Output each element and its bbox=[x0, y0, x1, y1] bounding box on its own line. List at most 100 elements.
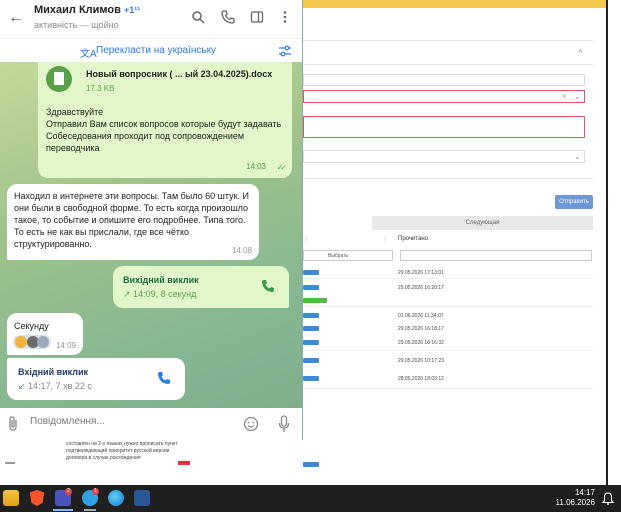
microphone-icon[interactable] bbox=[278, 415, 290, 433]
status-badge bbox=[303, 376, 319, 381]
message-input[interactable] bbox=[30, 416, 230, 427]
taskbar: 2 1 14:17 11.06.2026 bbox=[0, 485, 621, 512]
form-field[interactable] bbox=[303, 74, 585, 86]
arrow-incoming-icon: ↙ bbox=[18, 381, 29, 391]
message-bubble-outgoing-file[interactable]: Новый вопросник ( ... ый 23.04.2025).doc… bbox=[38, 62, 292, 178]
translate-label[interactable]: Перекласти на українську bbox=[96, 45, 216, 56]
row-date: 01.06.2026 11:34:07 bbox=[398, 313, 444, 319]
row-divider bbox=[303, 306, 593, 307]
active-app-indicator bbox=[53, 509, 73, 511]
message-bubble-incoming[interactable]: Секунду 14:09 bbox=[7, 313, 83, 355]
contact-name-text: Михаил Климов bbox=[34, 4, 121, 16]
row-date: 29.05.2026 17:13:01 bbox=[398, 270, 444, 276]
emoji-icon[interactable] bbox=[243, 416, 259, 432]
chevron-down-icon[interactable]: ⌄ bbox=[574, 92, 581, 101]
file-name[interactable]: Новый вопросник ( ... ый 23.04.2025).doc… bbox=[86, 68, 272, 80]
clock-time: 14:17 bbox=[574, 488, 595, 497]
chevron-down-icon[interactable]: ⌄ bbox=[574, 152, 581, 161]
row-date: 29.05.2026 16:20:17 bbox=[398, 285, 444, 291]
column-menu-icon[interactable]: ⋮ bbox=[382, 236, 388, 243]
translate-icon: 文A bbox=[80, 49, 97, 60]
row-date: 28.05.2026 18:03:12 bbox=[398, 376, 444, 382]
file-explorer-icon[interactable] bbox=[3, 490, 19, 506]
status-badge bbox=[303, 285, 319, 290]
call-back-phone-icon[interactable] bbox=[261, 279, 275, 293]
message-time: 14:09 bbox=[55, 341, 76, 350]
edge-browser-icon[interactable] bbox=[108, 490, 124, 506]
collapse-icon[interactable]: ˄ bbox=[578, 47, 583, 56]
status-badge bbox=[303, 298, 327, 303]
column-header-read[interactable]: Прочитано bbox=[398, 236, 428, 242]
required-select-field[interactable]: × ⌄ bbox=[303, 90, 585, 103]
next-page-tab[interactable]: Следующая bbox=[372, 216, 593, 230]
arrow-outgoing-icon: ↗ bbox=[123, 289, 134, 299]
phone-icon[interactable] bbox=[221, 10, 235, 24]
status-badge bbox=[303, 462, 319, 467]
outgoing-call-bubble[interactable]: Вихідний виклик ↗ 14:09, 8 секунд bbox=[113, 266, 289, 308]
file-size: 17.3 KB bbox=[86, 84, 115, 93]
row-date: 29.05.2026 16:18:17 bbox=[398, 326, 444, 332]
status-chip bbox=[178, 461, 190, 465]
row-date: 29.05.2026 10:17:23 bbox=[398, 358, 444, 364]
clear-icon[interactable]: × bbox=[562, 92, 567, 101]
row-date: 29.05.2026 16:16:32 bbox=[398, 340, 444, 346]
column-menu-icon[interactable]: ⋮ bbox=[303, 236, 309, 243]
call-details-text: 14:17, 7 хв 22 с bbox=[28, 381, 92, 391]
telegram-chat-window: ← Михаил Климов +1¹¹ активність — щойно … bbox=[0, 0, 303, 440]
window-edge bbox=[606, 0, 608, 485]
telegram-badge: 1 bbox=[92, 488, 99, 495]
call-details: ↙ 14:17, 7 хв 22 с bbox=[18, 380, 92, 392]
background-top-bar bbox=[303, 0, 608, 8]
message-composer bbox=[0, 408, 302, 440]
system-clock[interactable]: 14:17 11.06.2026 bbox=[556, 488, 595, 508]
incoming-call-bubble[interactable]: Вхідний виклик ↙ 14:17, 7 хв 22 с bbox=[7, 358, 185, 400]
back-arrow-icon[interactable]: ← bbox=[8, 9, 24, 27]
divider bbox=[303, 64, 593, 65]
search-icon[interactable] bbox=[191, 10, 205, 24]
row-handle-icon bbox=[5, 462, 15, 464]
settings-sliders-icon[interactable] bbox=[278, 44, 292, 58]
translate-bar[interactable]: 文A Перекласти на українську bbox=[0, 38, 302, 62]
contact-status: активність — щойно bbox=[34, 20, 119, 30]
message-text: Здравствуйте Отправил Вам список вопросо… bbox=[46, 107, 282, 153]
divider bbox=[303, 178, 593, 179]
status-badge bbox=[303, 313, 319, 318]
row-divider bbox=[303, 350, 593, 351]
table-cell-text: составлен на 2-х языках нужно прописать … bbox=[66, 441, 178, 461]
sidebar-toggle-icon[interactable] bbox=[250, 10, 264, 24]
select-field[interactable]: ⌄ bbox=[303, 150, 585, 163]
message-text: Секунду bbox=[14, 321, 49, 331]
open-app-indicator bbox=[84, 509, 96, 511]
message-time: 14:08 bbox=[231, 246, 252, 255]
filter-select-label: Выбрать bbox=[328, 253, 349, 259]
word-icon[interactable] bbox=[134, 490, 150, 506]
call-title: Вихідний виклик bbox=[123, 275, 199, 285]
status-badge bbox=[303, 326, 319, 331]
status-badge bbox=[303, 270, 319, 275]
brave-browser-icon[interactable] bbox=[29, 490, 45, 506]
message-bubble-incoming[interactable]: Находил в интернете эти вопросы. Там был… bbox=[7, 184, 259, 260]
more-vertical-icon[interactable] bbox=[278, 10, 292, 24]
document-file-icon[interactable] bbox=[46, 66, 72, 92]
reactions-avatars[interactable] bbox=[13, 335, 51, 349]
contact-name[interactable]: Михаил Климов +1¹¹ bbox=[34, 4, 140, 16]
call-details: ↗ 14:09, 8 секунд bbox=[123, 288, 196, 300]
chat-header: ← Михаил Климов +1¹¹ активність — щойно bbox=[0, 0, 302, 38]
status-badge bbox=[303, 340, 319, 345]
required-text-area[interactable] bbox=[303, 116, 585, 138]
call-back-phone-icon[interactable] bbox=[157, 371, 171, 385]
message-text: Находил в интернете эти вопросы. Там был… bbox=[14, 191, 249, 249]
row-divider bbox=[303, 388, 593, 389]
filter-select[interactable]: Выбрать bbox=[303, 250, 393, 261]
status-badge bbox=[303, 358, 319, 363]
row-divider bbox=[303, 278, 593, 279]
date-filter-input[interactable] bbox=[400, 250, 592, 261]
attach-paperclip-icon[interactable] bbox=[6, 416, 20, 432]
send-button[interactable]: Отправить bbox=[555, 195, 593, 209]
avatar bbox=[37, 336, 49, 348]
clock-date: 11.06.2026 bbox=[555, 498, 595, 507]
read-checkmarks-icon: ✓✓ bbox=[276, 163, 288, 172]
avatar bbox=[15, 336, 27, 348]
call-title: Вхідний виклик bbox=[18, 367, 89, 377]
notification-bell-icon[interactable] bbox=[602, 492, 614, 505]
